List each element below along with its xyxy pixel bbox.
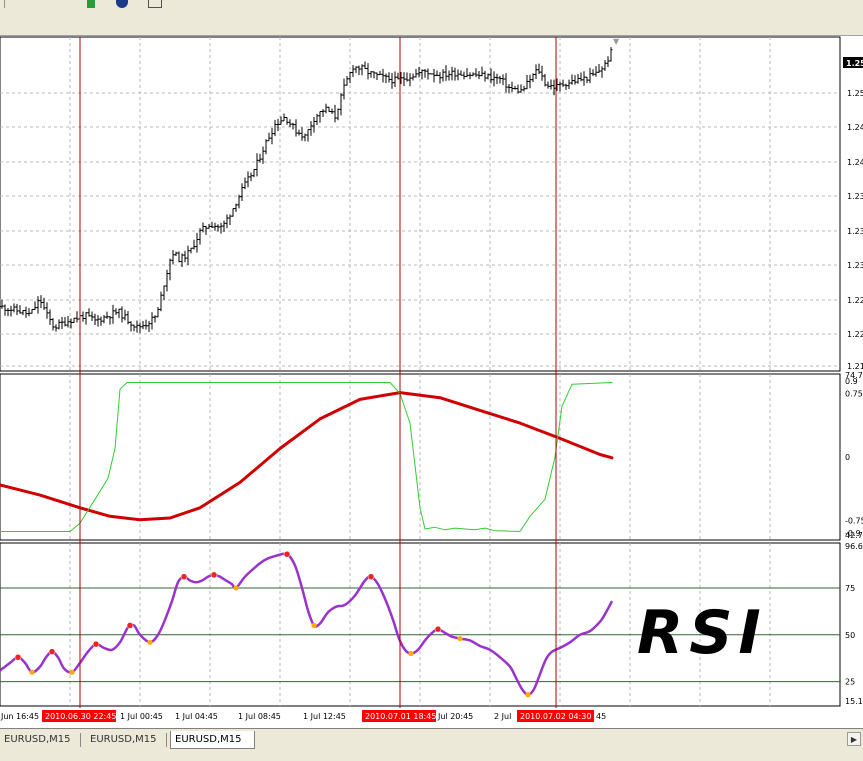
- time-axis-label: 2010.06.30 22:45: [45, 712, 116, 721]
- rsi-trough-marker: [29, 669, 35, 675]
- price-axis-label: 1.23: [847, 227, 863, 236]
- rsi-peak-marker: [14, 654, 22, 661]
- time-axis: Jun 16:45 2010.06.30 22:45 1 Jul 00:45 1 Ju…: [0, 710, 606, 722]
- rsi-peak-marker: [48, 648, 56, 655]
- price-axis-label: 1.22: [847, 296, 863, 305]
- rsi-trough-marker: [408, 650, 414, 657]
- rsi-axis-label: 75: [845, 584, 855, 593]
- refresh-icon[interactable]: [116, 0, 128, 8]
- time-axis-label: 1 Jul 04:45: [175, 712, 218, 721]
- tab-eurusd-m15-2[interactable]: EURUSD,M15: [86, 731, 160, 749]
- price-axis-label: 1.25: [847, 89, 863, 98]
- price-axis-label: 1.23: [847, 192, 863, 201]
- rsi-axis-label: 15.1: [845, 697, 863, 706]
- rsi-peak-marker: [434, 625, 442, 633]
- rsi-handwritten-label: RSI: [637, 598, 767, 668]
- signal-axis-label: 0.75: [845, 389, 863, 398]
- properties-icon[interactable]: [148, 0, 162, 8]
- time-axis-label: Jul 20:45: [437, 712, 473, 721]
- rsi-axis-label: 50: [845, 631, 855, 640]
- rsi-peak-marker: [92, 640, 100, 648]
- toolbar-separator: [4, 0, 15, 8]
- rsi-trough-marker: [233, 585, 239, 591]
- signal-axis-label: -0.75: [845, 517, 863, 526]
- price-panel: 1.25 1.25 1.24 1.24 1.23 1.23 1.23 1.22 1.22 1.21…: [0, 36, 863, 372]
- time-axis-label: Jun 16:45: [0, 712, 39, 721]
- rsi-axis-label: 96.6: [845, 542, 863, 551]
- time-axis-label: 2010.07.02 04:30: [520, 712, 591, 721]
- time-axis-label: 1 Jul 12:45: [303, 712, 346, 721]
- rsi-peak-marker: [180, 573, 188, 580]
- rsi-trough-marker: [147, 639, 153, 645]
- signal-axis-label: 0.9: [845, 377, 858, 386]
- signal-axis-label: 42.7: [845, 531, 863, 540]
- horizontal-scrollbar[interactable]: [0, 22, 863, 32]
- time-axis-label: 1 Jul 00:45: [120, 712, 163, 721]
- rsi-peak-marker: [126, 622, 134, 629]
- price-axis-label: 1.22: [847, 330, 863, 339]
- rsi-trough-marker: [457, 635, 463, 642]
- time-axis-label: 45: [596, 712, 606, 721]
- price-axis-label: 1.24: [847, 123, 863, 132]
- signal-panel: 74.70.90.750-0.75-0.942.7: [0, 371, 863, 541]
- shift-marker: ▼: [613, 37, 620, 46]
- rsi-trough-marker: [311, 622, 317, 629]
- tab-eurusd-m15-1[interactable]: EURUSD,M15: [0, 731, 74, 749]
- last-price-label: 1.25: [846, 59, 863, 68]
- rsi-peak-marker: [210, 571, 218, 579]
- tab-scroll-right-icon[interactable]: ▶: [847, 732, 861, 746]
- tab-separator: [80, 733, 81, 747]
- time-axis-label: 1 Jul 08:45: [238, 712, 281, 721]
- price-axis-label: 1.24: [847, 158, 863, 167]
- price-axis-label: 1.23: [847, 261, 863, 270]
- rsi-peak-marker: [367, 573, 375, 580]
- signal-axis-label: 0: [845, 453, 850, 462]
- rsi-trough-marker: [525, 692, 531, 698]
- tab-eurusd-m15-3[interactable]: EURUSD,M15: [170, 731, 255, 749]
- rsi-axis-label: 25: [845, 678, 855, 687]
- tab-separator: [166, 733, 167, 747]
- chart-tabs-bar: EURUSD,M15 EURUSD,M15 EURUSD,M15 ▶: [0, 728, 863, 761]
- rsi-trough-marker: [69, 669, 75, 675]
- rsi-peak-marker: [283, 550, 291, 558]
- toolbar: [0, 0, 863, 36]
- chart-canvas: 1.25 1.25 1.24 1.24 1.23 1.23 1.23 1.22 1.22 1.21…: [0, 36, 863, 722]
- chart-type-icon[interactable]: [87, 0, 95, 8]
- time-axis-label: 2 Jul: [494, 712, 511, 721]
- time-axis-label: 2010.07.01 18:45: [365, 712, 436, 721]
- price-axis-label: 1.21: [847, 362, 863, 371]
